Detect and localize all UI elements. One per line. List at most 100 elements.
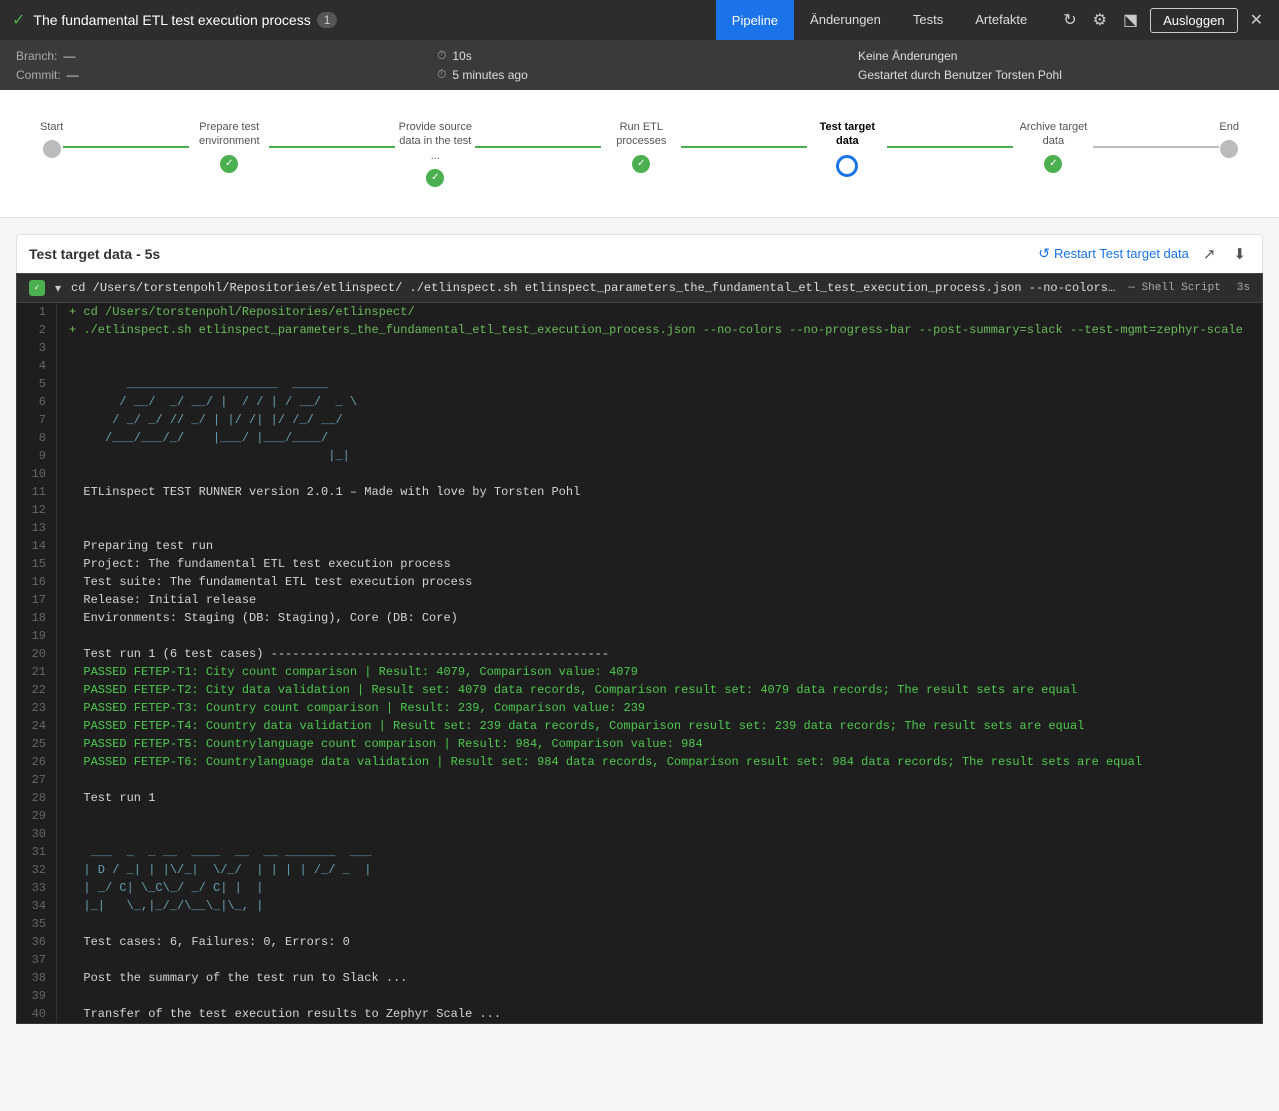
refresh-button[interactable]: ↻ [1059,6,1080,34]
line-content: Test suite: The fundamental ETL test exe… [69,573,472,591]
external-link-button[interactable]: ↗ [1199,243,1220,265]
no-changes-text: Keine Änderungen [858,49,957,63]
line-content: Test cases: 6, Failures: 0, Errors: 0 [69,933,350,951]
line-content: Post the summary of the test run to Slac… [69,969,407,987]
line-number: 40 [17,1005,57,1023]
tab-changes[interactable]: Änderungen [794,0,897,40]
line-number: 30 [17,825,57,843]
connector-6 [1093,146,1219,148]
line-content: PASSED FETEP-T2: City data validation | … [69,681,1077,699]
line-number: 22 [17,681,57,699]
expand-button[interactable]: ▾ [53,281,63,295]
line-content: Test run 1 [69,789,155,807]
terminal-line: 14 Preparing test run [17,537,1262,555]
terminal-line: 8 /___/___/_/ |___/ |___/____/ [17,429,1262,447]
line-number: 7 [17,411,57,429]
terminal-line: 15 Project: The fundamental ETL test exe… [17,555,1262,573]
line-number: 14 [17,537,57,555]
line-number: 2 [17,321,57,339]
section-title: Test target data - 5s [29,246,160,262]
terminal-output[interactable]: 1+ cd /Users/torstenpohl/Repositories/et… [16,303,1263,1024]
step-run-circle: ✓ [632,155,650,173]
header: ✓ The fundamental ETL test execution pro… [0,0,1279,40]
line-content: Preparing test run [69,537,213,555]
restart-icon: ↺ [1038,245,1050,262]
time-value: 10s [452,49,471,63]
terminal-line: 40 Transfer of the test execution result… [17,1005,1262,1023]
line-number: 11 [17,483,57,501]
terminal-line: 17 Release: Initial release [17,591,1262,609]
no-changes-row: Keine Änderungen [858,48,1263,63]
tab-tests[interactable]: Tests [897,0,959,40]
tab-artefakte[interactable]: Artefakte [959,0,1043,40]
download-button[interactable]: ⬇ [1229,243,1250,265]
build-number: 1 [317,12,338,28]
check-icon: ✓ [12,10,25,30]
line-number: 25 [17,735,57,753]
line-number: 6 [17,393,57,411]
line-number: 12 [17,501,57,519]
commit-value: — [67,68,79,82]
line-number: 4 [17,357,57,375]
header-tabs: Pipeline Änderungen Tests Artefakte [716,0,1043,40]
terminal-line: 3 [17,339,1262,357]
connector-4 [681,146,807,148]
line-content: / _/ _/ // _/ | |/ /| |/ /_/ __/ [69,411,343,429]
line-number: 32 [17,861,57,879]
terminal-line: 33 | _/ C| \_C\_/ _/ C| | | [17,879,1262,897]
terminal-line: 36 Test cases: 6, Failures: 0, Errors: 0 [17,933,1262,951]
step-end-circle [1220,140,1238,158]
ausloggen-button[interactable]: Ausloggen [1150,8,1237,33]
terminal-line: 16 Test suite: The fundamental ETL test … [17,573,1262,591]
settings-button[interactable]: ⚙ [1089,6,1111,34]
line-content: _____________________ _____ [69,375,328,393]
line-content: Transfer of the test execution results t… [69,1005,501,1023]
terminal-line: 22 PASSED FETEP-T2: City data validation… [17,681,1262,699]
terminal-line: 28 Test run 1 [17,789,1262,807]
step-run-label: Run ETL processes [601,120,681,149]
line-content: ___ _ _ __ ____ __ __ _______ ___ [69,843,371,861]
terminal-line: 2+ ./etlinspect.sh etlinspect_parameters… [17,321,1262,339]
close-button[interactable]: ✕ [1246,6,1267,34]
line-number: 18 [17,609,57,627]
terminal-line: 32 | D / _| | |\/_| \/_/ | | | | /_/ _ | [17,861,1262,879]
terminal-line: 4 [17,357,1262,375]
line-content: Test run 1 (6 test cases) --------------… [69,645,609,663]
terminal-line: 12 [17,501,1262,519]
commit-label: Commit: [16,68,61,82]
terminal-line: 31 ___ _ _ __ ____ __ __ _______ ___ [17,843,1262,861]
line-number: 28 [17,789,57,807]
line-number: 21 [17,663,57,681]
relative-time-value: 5 minutes ago [452,68,527,82]
terminal-line: 1+ cd /Users/torstenpohl/Repositories/et… [17,303,1262,321]
line-number: 26 [17,753,57,771]
line-number: 34 [17,897,57,915]
connector-3 [475,146,601,148]
section-header: Test target data - 5s ↺ Restart Test tar… [16,234,1263,273]
line-number: 9 [17,447,57,465]
command-line: ✓ ▾ cd /Users/torstenpohl/Repositories/e… [16,273,1263,303]
terminal-line: 26 PASSED FETEP-T6: Countrylanguage data… [17,753,1262,771]
line-content: |_| \_,|_/_/\__\_|\_, | [69,897,263,915]
line-number: 8 [17,429,57,447]
line-content: / __/ _/ __/ | / / | / __/ _ \ [69,393,357,411]
started-by-text: Gestartet durch Benutzer Torsten Pohl [858,68,1062,82]
restart-button[interactable]: ↺ Restart Test target data [1038,245,1189,262]
connector-2 [269,146,395,148]
step-archive-label: Archive target data [1013,120,1093,149]
terminal-line: 30 [17,825,1262,843]
logout-icon-button[interactable]: ⬔ [1119,6,1142,34]
terminal-line: 18 Environments: Staging (DB: Staging), … [17,609,1262,627]
line-number: 38 [17,969,57,987]
line-content: /___/___/_/ |___/ |___/____/ [69,429,328,447]
step-provide-label: Provide source data in the test ... [395,120,475,163]
line-content: |_| [69,447,350,465]
step-provide: Provide source data in the test ... ✓ [395,120,475,187]
terminal-line: 5 _____________________ _____ [17,375,1262,393]
tab-pipeline[interactable]: Pipeline [716,0,794,40]
line-number: 20 [17,645,57,663]
line-number: 1 [17,303,57,321]
branch-value: — [63,49,75,63]
step-archive: Archive target data ✓ [1013,120,1093,173]
step-prepare: Prepare test environment ✓ [189,120,269,173]
